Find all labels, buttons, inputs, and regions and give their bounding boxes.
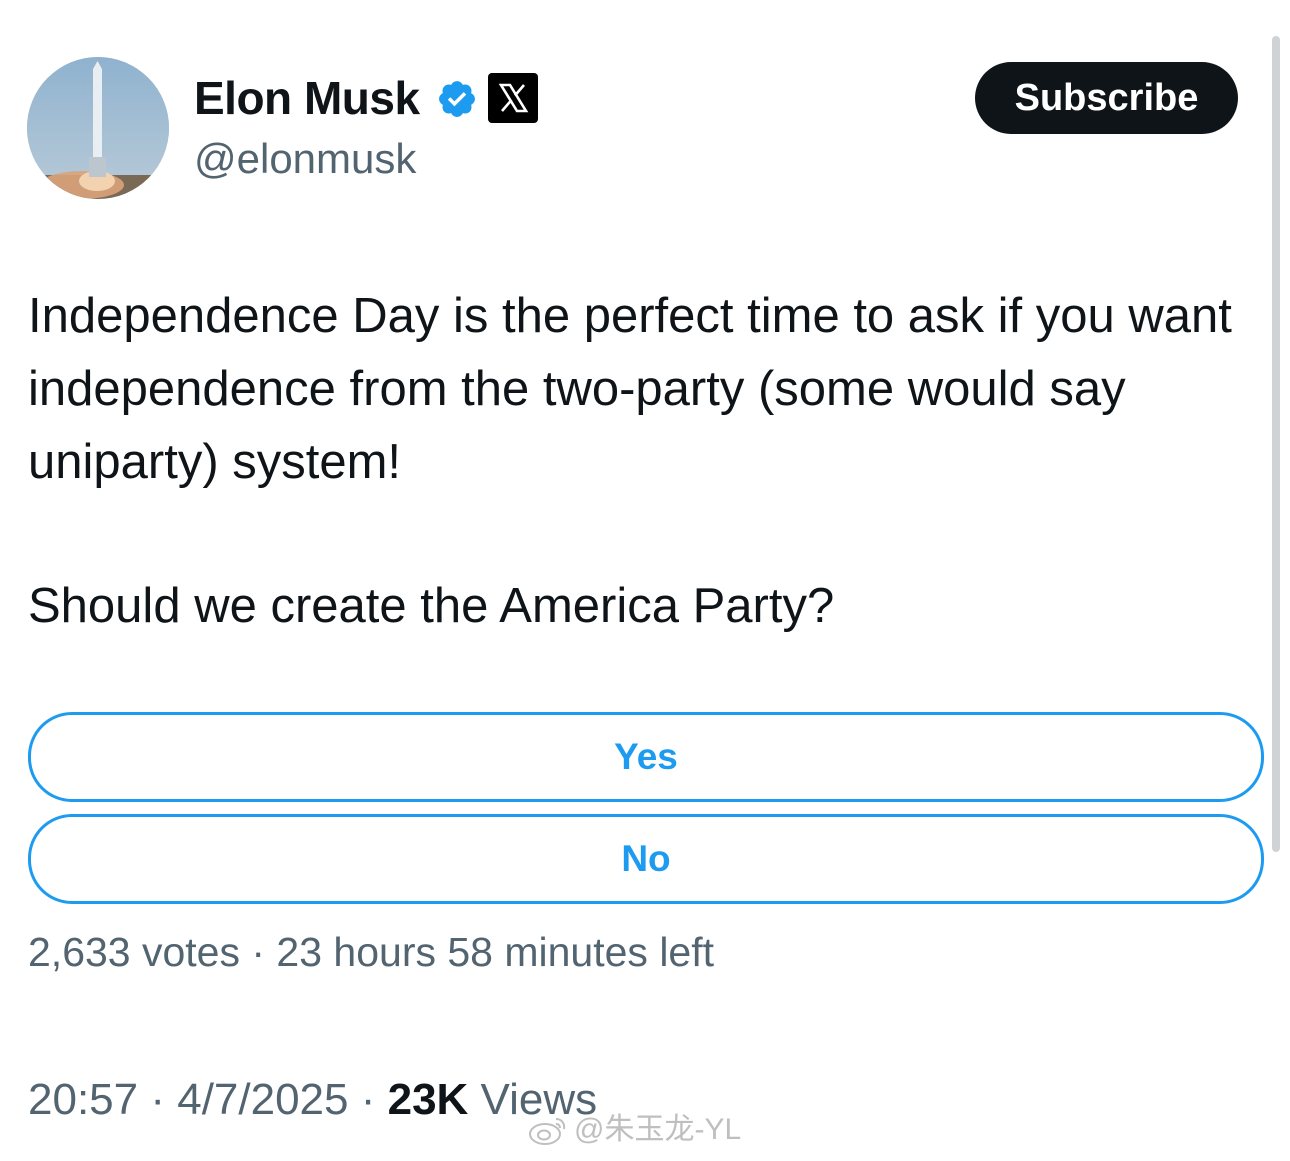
watermark-text: @朱玉龙-YL <box>574 1113 742 1146</box>
subscribe-button[interactable]: Subscribe <box>975 62 1238 134</box>
scrollbar[interactable] <box>1272 36 1280 852</box>
poll-option-yes[interactable]: Yes <box>28 712 1264 802</box>
separator: · <box>348 1075 388 1124</box>
poll-option-no[interactable]: No <box>28 814 1264 904</box>
views-count[interactable]: 23K <box>388 1075 469 1124</box>
weibo-logo-icon <box>529 1118 566 1145</box>
timestamp-row: 20:57 · 4/7/2025 · 23K Views <box>28 1072 597 1128</box>
avatar[interactable] <box>27 57 169 199</box>
watermark: @朱玉龙-YL <box>528 1110 741 1150</box>
poll-meta: 2,633 votes · 23 hours 58 minutes left <box>28 929 715 975</box>
poll-option-label: No <box>621 838 671 879</box>
post-time[interactable]: 20:57 <box>28 1075 138 1124</box>
separator: · <box>138 1075 178 1124</box>
display-name[interactable]: Elon Musk <box>194 70 420 126</box>
x-logo-icon <box>488 73 538 123</box>
tweet-body: Independence Day is the perfect time to … <box>28 289 1232 489</box>
tweet-question: Should we create the America Party? <box>28 579 835 633</box>
user-handle[interactable]: @elonmusk <box>194 134 416 184</box>
poll-option-label: Yes <box>614 736 678 777</box>
post-date[interactable]: 4/7/2025 <box>177 1075 348 1124</box>
tweet-text: Independence Day is the perfect time to … <box>28 280 1258 499</box>
verified-badge-icon <box>439 81 475 117</box>
